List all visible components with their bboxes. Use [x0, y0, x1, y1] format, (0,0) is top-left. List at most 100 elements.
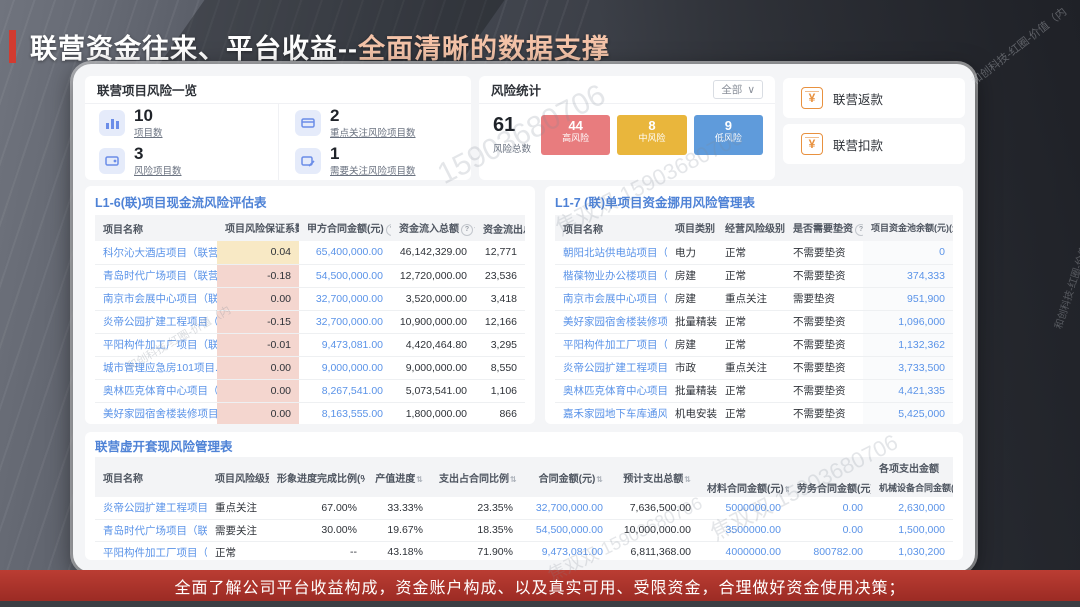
sort-icon: ⇅: [785, 485, 789, 494]
category-cell: 房建: [667, 333, 717, 356]
risk-level-cell: 正常: [717, 379, 785, 402]
advance-cell: 不需要垫资: [785, 241, 863, 264]
pool-balance-link[interactable]: 0: [863, 241, 953, 264]
material-contract-link[interactable]: 5000000.00: [699, 497, 789, 519]
project-name-link[interactable]: 朝阳北站供电站项目（联...: [555, 241, 667, 264]
project-name-link[interactable]: 平阳构件加工厂项目（联营）: [95, 541, 207, 560]
contract-amount-link[interactable]: 65,400,000.00: [299, 241, 391, 264]
labor-contract-link[interactable]: 0.00: [789, 519, 871, 541]
risk-level-cell: 正常: [717, 241, 785, 264]
joint-deduction-button[interactable]: ¥ 联营扣款: [783, 124, 965, 164]
inflow-cell: 1,800,000.00: [391, 402, 475, 424]
category-cell: 批量精装: [667, 379, 717, 402]
project-name-link[interactable]: 楷葆物业办公楼项目（联...: [555, 264, 667, 287]
mid-risk-box: 8中风险: [617, 115, 686, 155]
project-name-link[interactable]: 炎帝公园扩建工程项目（联...: [95, 497, 207, 519]
output-progress-cell: 19.67%: [365, 519, 431, 541]
contract-amount-link[interactable]: 9,000,000.00: [299, 356, 391, 379]
inflow-cell: 3,520,000.00: [391, 287, 475, 310]
project-name-link[interactable]: 科尔沁大酒店项目（联营）: [95, 241, 217, 264]
col-header[interactable]: 经营风险级别?: [717, 215, 785, 241]
pool-balance-link[interactable]: 951,900: [863, 287, 953, 310]
machinery-contract-link[interactable]: 1,030,200: [871, 541, 953, 560]
pool-balance-link[interactable]: 1,096,000: [863, 310, 953, 333]
col-header[interactable]: 项目类别?: [667, 215, 717, 241]
project-name-link[interactable]: 炎帝公园扩建工程项目（...: [95, 310, 217, 333]
pool-balance-link[interactable]: 5,425,000: [863, 402, 953, 424]
labor-contract-link[interactable]: 800782.00: [789, 541, 871, 560]
risk-stats-title: 风险统计: [491, 80, 541, 99]
material-contract-link[interactable]: 4000000.00: [699, 541, 789, 560]
project-name-link[interactable]: 青岛时代广场项目（联营）: [95, 519, 207, 541]
inflow-cell: 12,720,000.00: [391, 264, 475, 287]
contract-amount-link[interactable]: 32,700,000.00: [299, 287, 391, 310]
table-row: 南京市会展中心项目（联...0.0032,700,000.003,520,000…: [95, 287, 525, 310]
category-cell: 市政: [667, 356, 717, 379]
pool-balance-link[interactable]: 1,132,362: [863, 333, 953, 356]
col-header-sortable[interactable]: 劳务合同金额(元)⇅: [789, 477, 871, 497]
project-name-link[interactable]: 南京市会展中心项目（联...: [555, 287, 667, 310]
contract-amount-link[interactable]: 9,473,081.00: [299, 333, 391, 356]
contract-amount-link[interactable]: 9,473,081.00: [521, 541, 611, 560]
labor-contract-link[interactable]: 0.00: [789, 497, 871, 519]
col-header[interactable]: 是否需要垫资?: [785, 215, 863, 241]
bottom-edge: [0, 601, 1080, 607]
contract-amount-link[interactable]: 8,163,555.00: [299, 402, 391, 424]
pool-balance-link[interactable]: 374,333: [863, 264, 953, 287]
contract-amount-link[interactable]: 32,700,000.00: [521, 497, 611, 519]
contract-amount-link[interactable]: 54,500,000.00: [521, 519, 611, 541]
col-header-sortable[interactable]: 支出占合同比例⇅: [431, 457, 521, 497]
machinery-contract-link[interactable]: 1,500,000: [871, 519, 953, 541]
col-header: 项目风险级别: [207, 457, 269, 497]
col-header-sortable[interactable]: 预计支出总额⇅: [611, 457, 699, 497]
expected-expense-cell: 7,636,500.00: [611, 497, 699, 519]
card-edit-icon: [295, 148, 321, 174]
col-header-sortable[interactable]: 资金流入总额?⇅: [391, 215, 475, 241]
info-icon: ?: [386, 224, 391, 236]
pool-balance-link[interactable]: 4,421,335: [863, 379, 953, 402]
project-name-link[interactable]: 炎帝公园扩建工程项目（...: [555, 356, 667, 379]
invoice-risk-table-title: 联营虚开套现风险管理表: [85, 432, 963, 457]
col-header[interactable]: 项目资金池余额(元)(元)?: [863, 215, 953, 241]
project-name-link[interactable]: 奥林匹克体育中心项目（...: [555, 379, 667, 402]
material-contract-link[interactable]: 3500000.00: [699, 519, 789, 541]
col-header-clipped[interactable]: 机械设备合同金额(元): [871, 477, 953, 497]
project-name-link[interactable]: 奥林匹克体育中心项目（...: [95, 379, 217, 402]
col-header-sortable[interactable]: 材料合同金额(元)⇅: [699, 477, 789, 497]
watermark: 和创科技-红圈-价值（内: [968, 4, 1070, 89]
fund-misuse-table-card: L1-7 (联)单项目资金挪用风险管理表 项目名称 项目类别? 经营风险级别? …: [545, 186, 963, 424]
project-name-link[interactable]: 美好家园宿舍楼装修项目...: [95, 402, 217, 424]
col-header-clipped[interactable]: 资金流出总额: [475, 215, 525, 241]
risk-overview-card: 联营项目风险一览 10 项目数 2 重点关注风险项目数: [85, 76, 471, 180]
col-header-sortable[interactable]: 产值进度⇅: [365, 457, 431, 497]
expense-ratio-cell: 18.35%: [431, 519, 521, 541]
project-name-link[interactable]: 南京市会展中心项目（联...: [95, 287, 217, 310]
machinery-contract-link[interactable]: 2,630,000: [871, 497, 953, 519]
risk-coef-cell: 0.00: [217, 287, 299, 310]
advance-cell: 不需要垫资: [785, 402, 863, 424]
inflow-cell: 46,142,329.00: [391, 241, 475, 264]
risk-filter-select[interactable]: 全部 ∨: [713, 80, 763, 99]
risk-level-cell: 重点关注: [207, 497, 269, 519]
outflow-cell: 3,418: [475, 287, 525, 310]
col-header-sortable[interactable]: 项目风险保证系数?⇅: [217, 215, 299, 241]
inflow-cell: 10,900,000.00: [391, 310, 475, 333]
project-name-link[interactable]: 美好家园宿舍楼装修项目...: [555, 310, 667, 333]
project-name-link[interactable]: 嘉禾家园地下车库通风项...: [555, 402, 667, 424]
risk-coef-cell: 0.00: [217, 402, 299, 424]
watermark: 和创科技-红圈-价值（内: [1050, 224, 1080, 330]
project-name-link[interactable]: 城市管理应急房101项目...: [95, 356, 217, 379]
joint-refund-button[interactable]: ¥ 联营返款: [783, 78, 965, 118]
table-row: 城市管理应急房101项目...0.009,000,000.009,000,000…: [95, 356, 525, 379]
project-name-link[interactable]: 平阳构件加工厂项目（联...: [95, 333, 217, 356]
contract-amount-link[interactable]: 8,267,541.00: [299, 379, 391, 402]
project-name-link[interactable]: 平阳构件加工厂项目（联...: [555, 333, 667, 356]
col-header-sortable[interactable]: 合同金额(元)⇅: [521, 457, 611, 497]
col-header-sortable[interactable]: 甲方合同金额(元)?⇅: [299, 215, 391, 241]
project-name-link[interactable]: 青岛时代广场项目（联营）: [95, 264, 217, 287]
contract-amount-link[interactable]: 32,700,000.00: [299, 310, 391, 333]
contract-amount-link[interactable]: 54,500,000.00: [299, 264, 391, 287]
risk-overview-title: 联营项目风险一览: [97, 80, 197, 99]
outflow-cell: 1,106: [475, 379, 525, 402]
pool-balance-link[interactable]: 3,733,500: [863, 356, 953, 379]
